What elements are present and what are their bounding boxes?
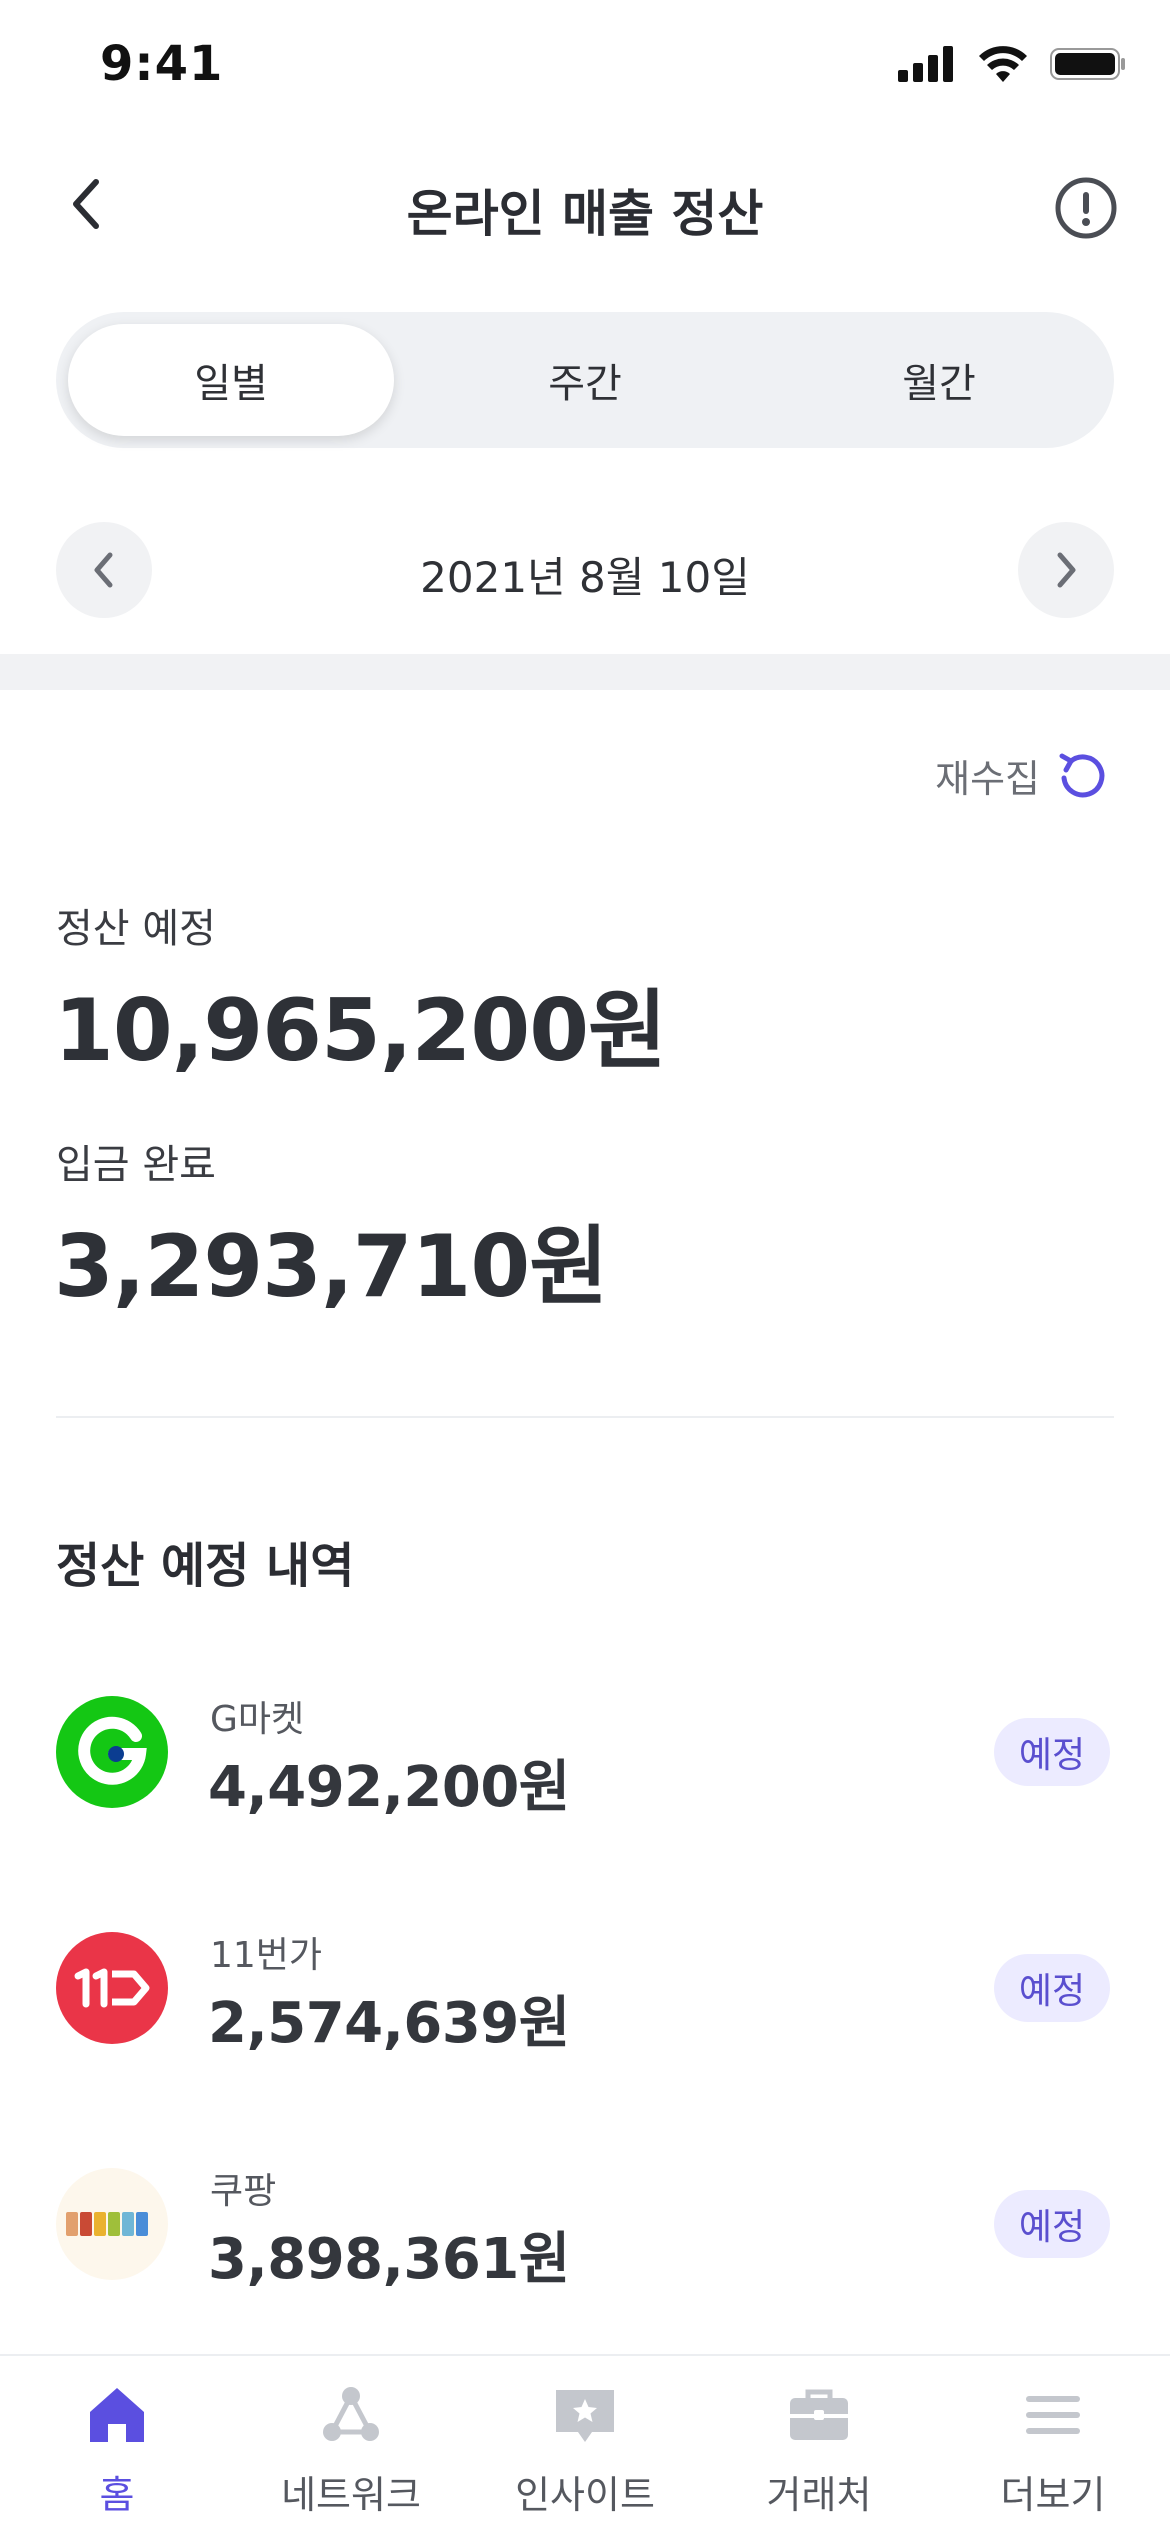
list-item[interactable]: 쿠팡 3,898,361원 예정 xyxy=(56,2168,1114,2292)
tab-home[interactable]: 홈 xyxy=(0,2380,234,2530)
scheduled-amount: 10,965,200원 xyxy=(54,981,667,1081)
exclamation-circle-icon xyxy=(1055,177,1117,239)
list-item[interactable]: 11번가 2,574,639원 예정 xyxy=(56,1932,1114,2056)
item-amount: 4,492,200원 xyxy=(208,1755,570,1820)
tab-more[interactable]: 더보기 xyxy=(936,2380,1170,2530)
tab-insight[interactable]: 인사이트 xyxy=(468,2380,702,2530)
section-divider xyxy=(0,654,1170,690)
tab-weekly[interactable]: 주간 xyxy=(422,324,748,436)
signal-icon xyxy=(898,46,953,82)
11st-logo xyxy=(56,1932,168,2044)
network-icon xyxy=(323,2387,379,2441)
tab-label: 더보기 xyxy=(1000,2473,1106,2517)
tab-partners[interactable]: 거래처 xyxy=(702,2380,936,2530)
tab-label: 홈 xyxy=(99,2473,135,2517)
current-date: 2021년 8월 10일 xyxy=(420,553,750,602)
tab-label: 거래처 xyxy=(766,2473,872,2517)
status-badge: 예정 xyxy=(994,2190,1110,2258)
bottom-tab-bar: 홈 네트워크 인사이트 거래처 더보기 xyxy=(0,2354,1170,2532)
item-amount: 3,898,361원 xyxy=(208,2227,570,2292)
status-bar: 9:41 xyxy=(0,0,1170,140)
tab-network[interactable]: 네트워크 xyxy=(234,2380,468,2530)
chevron-right-icon xyxy=(1057,552,1076,588)
item-name: 11번가 xyxy=(210,1935,323,1976)
divider xyxy=(56,1416,1114,1418)
item-name: G마켓 xyxy=(210,1699,305,1740)
next-date-button[interactable] xyxy=(1018,522,1114,618)
item-name: 쿠팡 xyxy=(210,2171,277,2212)
status-time: 9:41 xyxy=(100,36,224,92)
schedule-list-title: 정산 예정 내역 xyxy=(56,1538,355,1594)
header: 온라인 매출 정산 xyxy=(0,140,1170,270)
tab-monthly[interactable]: 월간 xyxy=(776,324,1102,436)
coupang-logo xyxy=(56,2168,168,2280)
item-amount: 2,574,639원 xyxy=(208,1991,570,2056)
date-navigation: 2021년 8월 10일 xyxy=(56,522,1114,618)
battery-icon xyxy=(1050,48,1125,80)
recollect-button[interactable]: 재수집 xyxy=(935,748,1108,803)
status-badge: 예정 xyxy=(994,1718,1110,1786)
status-icons xyxy=(898,46,1126,82)
list-item[interactable]: G마켓 4,492,200원 예정 xyxy=(56,1696,1114,1820)
recollect-label: 재수집 xyxy=(935,757,1040,801)
wifi-icon xyxy=(979,46,1027,82)
menu-icon xyxy=(1026,2396,1080,2434)
refresh-icon xyxy=(1059,753,1105,797)
period-segmented-control: 일별 주간 월간 xyxy=(56,312,1114,448)
home-icon xyxy=(90,2388,144,2442)
insight-icon xyxy=(556,2390,614,2442)
deposited-label: 입금 완료 xyxy=(56,1142,216,1188)
deposited-amount: 3,293,710원 xyxy=(54,1217,608,1317)
tab-label: 인사이트 xyxy=(515,2473,655,2517)
page-title: 온라인 매출 정산 xyxy=(406,185,764,243)
tab-daily[interactable]: 일별 xyxy=(68,324,394,436)
briefcase-icon xyxy=(790,2389,848,2440)
gmarket-logo xyxy=(56,1696,168,1808)
status-badge: 예정 xyxy=(994,1954,1110,2022)
info-button[interactable] xyxy=(1054,176,1118,240)
tab-label: 네트워크 xyxy=(281,2473,421,2517)
scheduled-label: 정산 예정 xyxy=(56,906,216,952)
